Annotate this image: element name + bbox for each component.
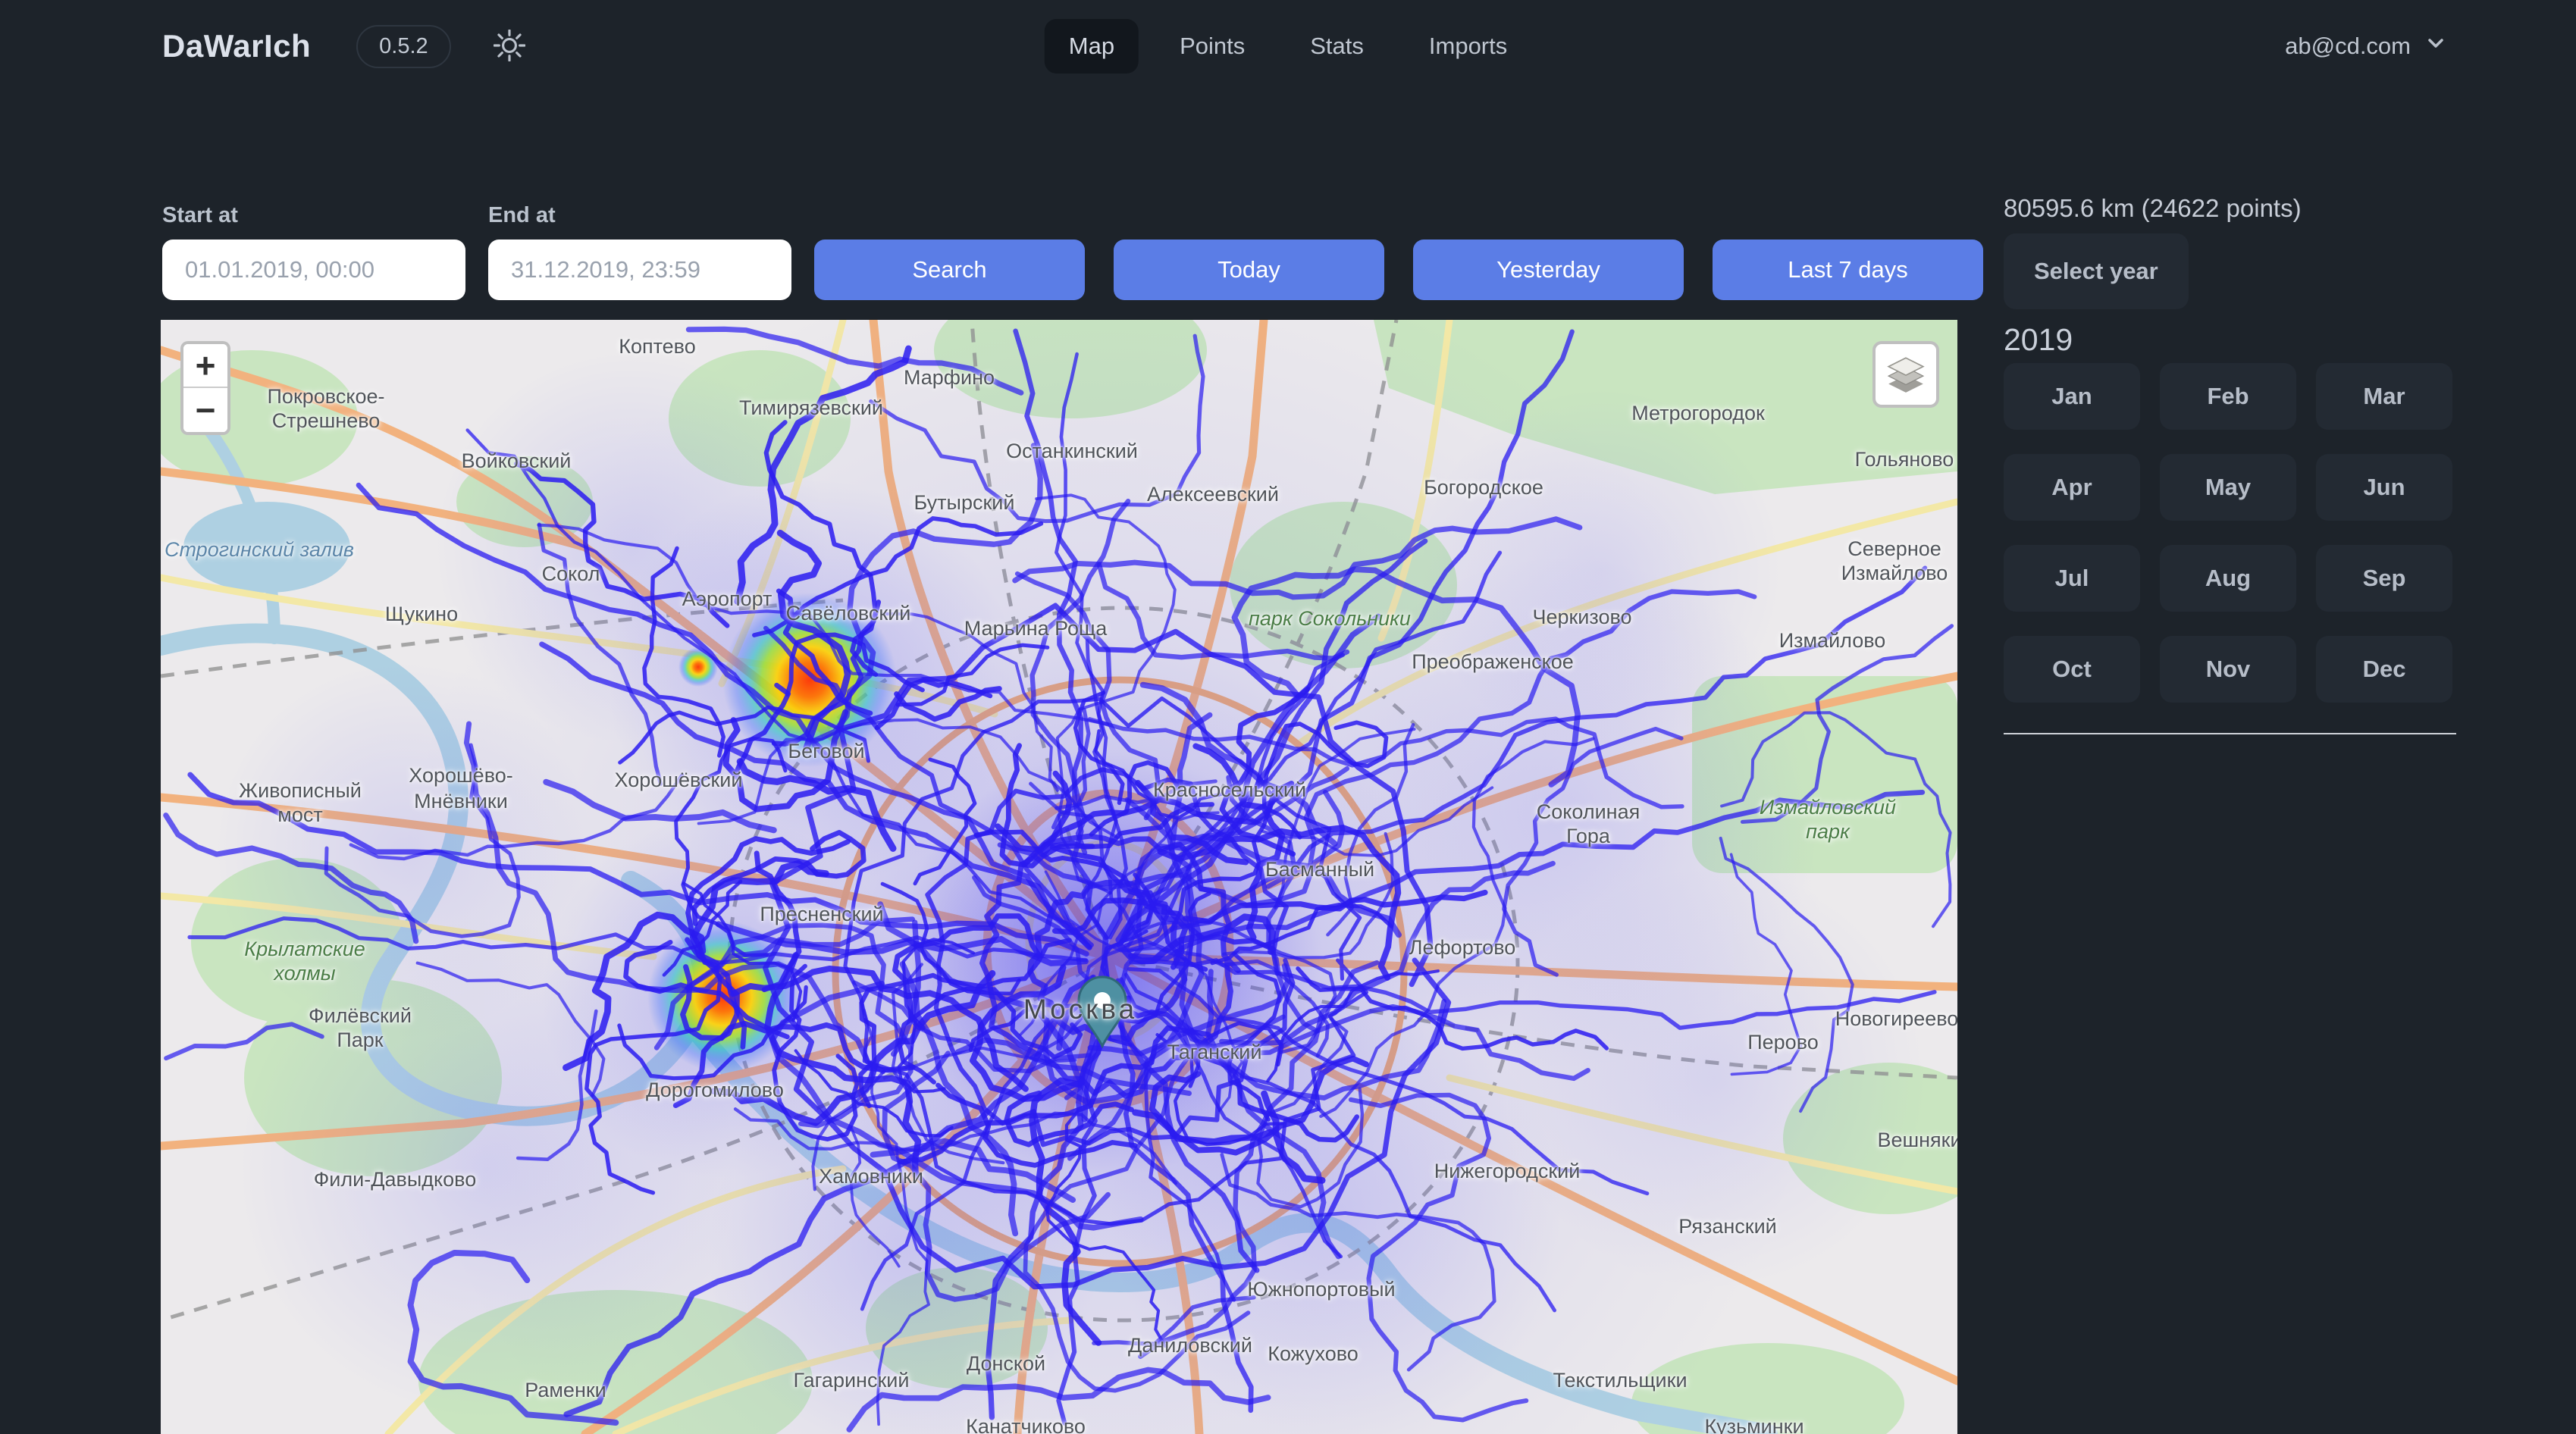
theme-toggle-button[interactable] [494,30,525,64]
tab-imports[interactable]: Imports [1405,19,1531,74]
map-base-art [161,320,1957,1434]
year-heading: 2019 [2004,324,2456,355]
main-nav-tabs: Map Points Stats Imports [1045,19,1532,74]
app-brand: DaWarIch [162,28,311,64]
year-sidebar: 80595.6 km (24622 points) Select year 20… [2004,196,2456,734]
today-button[interactable]: Today [1114,240,1384,300]
quick-range-buttons: Search Today Yesterday Last 7 days [814,240,1983,300]
month-button-mar[interactable]: Mar [2316,363,2452,430]
version-badge: 0.5.2 [356,25,451,68]
end-date-label: End at [488,203,791,228]
start-date-input[interactable] [162,240,465,300]
tab-stats[interactable]: Stats [1286,19,1388,74]
search-button[interactable]: Search [814,240,1085,300]
zoom-out-button[interactable]: − [183,388,227,432]
account-email: ab@cd.com [2285,33,2411,60]
select-year-button[interactable]: Select year [2004,233,2189,309]
month-button-nov[interactable]: Nov [2160,636,2296,703]
end-date-field: End at [488,203,791,300]
zoom-in-button[interactable]: + [183,344,227,388]
month-button-sep[interactable]: Sep [2316,545,2452,612]
sun-icon [494,30,525,64]
month-button-jul[interactable]: Jul [2004,545,2140,612]
month-button-jan[interactable]: Jan [2004,363,2140,430]
account-menu-button[interactable]: ab@cd.com [2285,32,2447,61]
last-7-days-button[interactable]: Last 7 days [1713,240,1983,300]
layers-icon [1885,353,1926,396]
start-date-label: Start at [162,203,465,228]
map-zoom-control: + − [180,341,230,435]
month-button-may[interactable]: May [2160,454,2296,521]
chevron-down-icon [2424,32,2447,61]
month-button-apr[interactable]: Apr [2004,454,2140,521]
start-date-field: Start at [162,203,465,300]
sidebar-divider [2004,733,2456,734]
month-button-feb[interactable]: Feb [2160,363,2296,430]
map-canvas[interactable]: КоптевоПокровское-СтрешневоТимирязевский… [161,320,1957,1434]
month-button-oct[interactable]: Oct [2004,636,2140,703]
navbar: DaWarIch 0.5.2 Map Points Stats Imports ab@… [0,0,2576,92]
tab-points[interactable]: Points [1155,19,1269,74]
month-button-jun[interactable]: Jun [2316,454,2452,521]
yesterday-button[interactable]: Yesterday [1413,240,1684,300]
tab-map[interactable]: Map [1045,19,1139,74]
end-date-input[interactable] [488,240,791,300]
layers-control-button[interactable] [1872,341,1939,408]
month-grid: Jan Feb Mar Apr May Jun Jul Aug Sep Oct Nov Dec [2004,363,2456,703]
month-button-dec[interactable]: Dec [2316,636,2452,703]
distance-stats: 80595.6 km (24622 points) [2004,196,2456,221]
month-button-aug[interactable]: Aug [2160,545,2296,612]
